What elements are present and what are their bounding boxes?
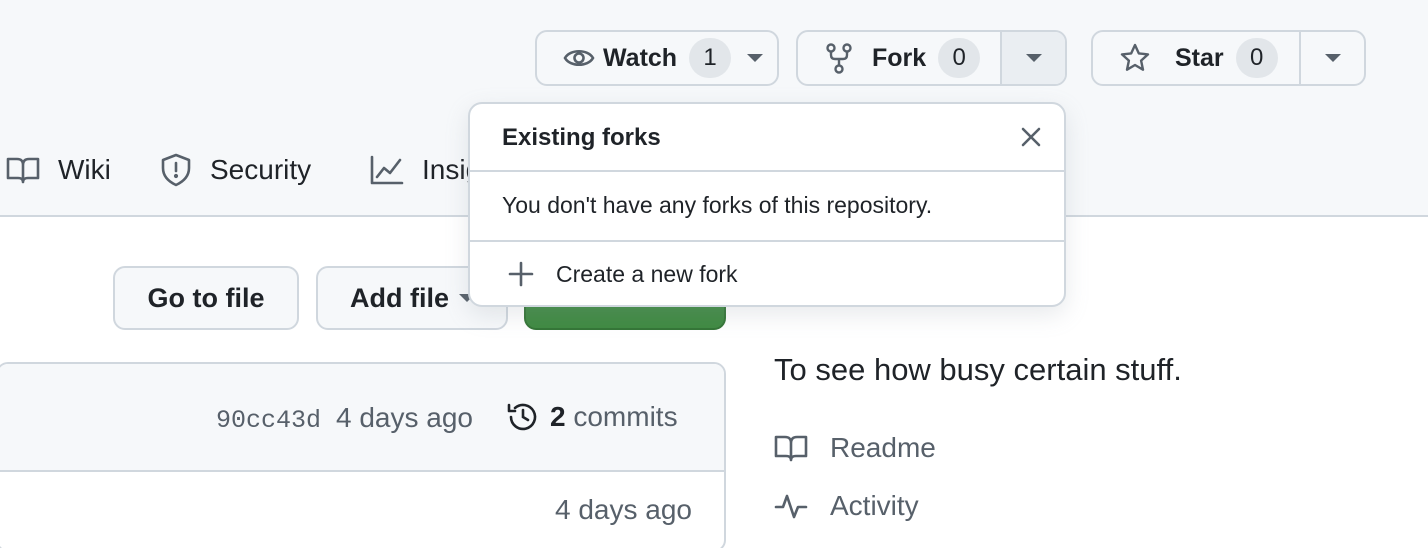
tab-security-label: Security bbox=[210, 154, 312, 185]
commit-sha-link[interactable]: 90cc43d bbox=[216, 406, 321, 435]
watch-label: Watch bbox=[603, 43, 678, 72]
close-icon[interactable] bbox=[1016, 122, 1046, 152]
history-icon bbox=[506, 400, 540, 434]
watch-dropdown-caret bbox=[747, 54, 764, 62]
book-icon bbox=[774, 433, 808, 463]
star-count: 0 bbox=[1235, 38, 1278, 78]
pulse-icon bbox=[774, 491, 808, 521]
readme-label: Readme bbox=[830, 432, 936, 463]
existing-forks-popover: Existing forks You don't have any forks … bbox=[468, 102, 1066, 307]
readme-link[interactable]: Readme bbox=[774, 428, 936, 468]
star-label: Star bbox=[1175, 43, 1224, 72]
commits-link[interactable]: 2 commits bbox=[506, 400, 678, 434]
star-button-group: Star 0 bbox=[1091, 30, 1366, 86]
commit-count: 2 bbox=[550, 401, 566, 432]
latest-commit-bar: 90cc43d 4 days ago 2 commits bbox=[0, 364, 724, 472]
go-to-file-label: Go to file bbox=[147, 282, 265, 313]
add-file-label: Add file bbox=[350, 282, 449, 313]
chevron-down-icon bbox=[1324, 54, 1341, 62]
go-to-file-button[interactable]: Go to file bbox=[113, 266, 299, 330]
commits-label: commits bbox=[573, 401, 678, 432]
file-list: 90cc43d 4 days ago 2 commits 4 days ago bbox=[0, 362, 726, 548]
watch-count: 1 bbox=[689, 38, 732, 78]
fork-dropdown-button[interactable] bbox=[1002, 32, 1065, 84]
watch-button[interactable]: Watch 1 bbox=[535, 30, 779, 86]
commit-age: 4 days ago bbox=[336, 402, 473, 433]
star-icon bbox=[1119, 42, 1151, 74]
popover-divider bbox=[470, 170, 1064, 172]
shield-icon bbox=[160, 153, 192, 187]
activity-link[interactable]: Activity bbox=[774, 486, 919, 526]
popover-divider bbox=[470, 240, 1064, 242]
star-button[interactable]: Star 0 bbox=[1093, 32, 1299, 84]
book-icon bbox=[6, 155, 40, 185]
eye-icon bbox=[563, 42, 595, 74]
repo-forked-icon bbox=[824, 42, 854, 74]
tab-wiki[interactable]: Wiki bbox=[6, 150, 111, 190]
star-dropdown-button[interactable] bbox=[1301, 32, 1364, 84]
no-forks-message: You don't have any forks of this reposit… bbox=[502, 192, 933, 218]
create-new-fork-label: Create a new fork bbox=[556, 260, 738, 287]
activity-label: Activity bbox=[830, 490, 919, 521]
file-row-age: 4 days ago bbox=[555, 494, 692, 525]
chevron-down-icon bbox=[1025, 54, 1042, 62]
tab-wiki-label: Wiki bbox=[58, 154, 111, 185]
fork-button-group: Fork 0 bbox=[796, 30, 1067, 86]
fork-count: 0 bbox=[938, 38, 981, 78]
graph-icon bbox=[370, 155, 404, 185]
fork-button[interactable]: Fork 0 bbox=[798, 32, 1000, 84]
plus-icon bbox=[508, 261, 534, 287]
tab-security[interactable]: Security bbox=[160, 150, 311, 190]
fork-label: Fork bbox=[872, 43, 927, 72]
create-new-fork-link[interactable]: Create a new fork bbox=[508, 256, 738, 292]
repo-description: To see how busy certain stuff. bbox=[774, 352, 1182, 387]
popover-title: Existing forks bbox=[502, 124, 661, 151]
